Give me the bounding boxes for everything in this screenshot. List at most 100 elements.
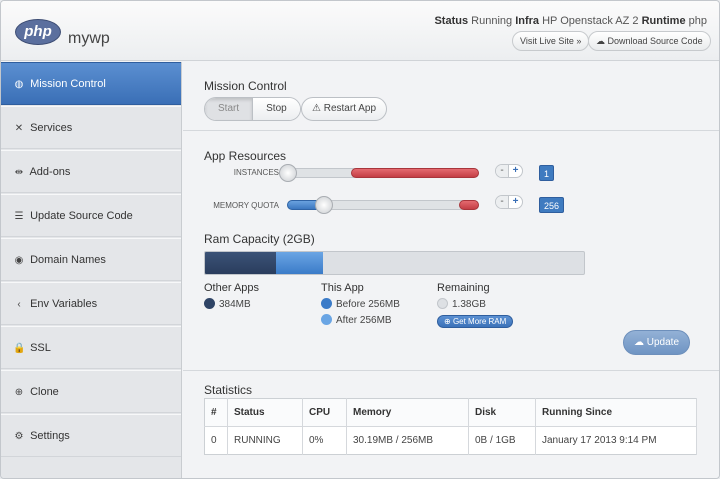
sidebar-item-env-variables[interactable]: ‹ Env Variables	[1, 282, 181, 325]
sidebar-item-label: Env Variables	[30, 298, 98, 310]
list-icon: ☰	[14, 211, 24, 222]
table-header-row: # Status CPU Memory Disk Running Since	[204, 398, 697, 427]
app-name: mywp	[68, 30, 110, 47]
memory-quota-stepper: - +	[495, 195, 523, 209]
sidebar-item-add-ons[interactable]: ⇹ Add-ons	[1, 150, 181, 193]
sidebar-item-services[interactable]: ✕ Services	[1, 106, 181, 149]
start-stop-toggle: Start Stop	[204, 97, 301, 121]
plus-circle-icon: ⊕	[444, 317, 451, 326]
download-source-button[interactable]: ☁ Download Source Code	[588, 31, 711, 51]
column-header-cpu: CPU	[302, 398, 347, 427]
remaining-value: 1.38GB	[452, 299, 486, 310]
download-source-label: Download Source Code	[607, 36, 703, 46]
infra-label: Infra	[515, 15, 540, 27]
other-apps-title: Other Apps	[204, 282, 260, 294]
remaining-title: Remaining	[437, 282, 490, 294]
memory-quota-slider-handle[interactable]	[315, 196, 333, 214]
this-app-after-dot	[321, 314, 332, 325]
column-header-index: #	[204, 398, 228, 427]
ram-capacity-bar	[204, 251, 585, 275]
this-app-before-legend: Before 256MB	[321, 298, 400, 310]
this-app-after-value: After 256MB	[336, 315, 392, 326]
statistics-title: Statistics	[204, 383, 253, 397]
other-apps-value: 384MB	[219, 299, 251, 310]
lock-icon: 🔒	[13, 343, 26, 354]
status-line: Status Running Infra HP Openstack AZ 2 R…	[434, 15, 707, 27]
cell-running-since: January 17 2013 9:14 PM	[535, 426, 697, 455]
memory-quota-value: 256	[539, 197, 565, 213]
update-button[interactable]: ☁ Update	[623, 330, 690, 355]
sidebar-item-ssl[interactable]: 🔒 SSL	[1, 326, 181, 369]
sidebar-item-label: Add-ons	[29, 166, 71, 178]
stop-button[interactable]: Stop	[253, 98, 300, 120]
cloud-upload-icon: ☁	[633, 337, 644, 348]
column-header-memory: Memory	[346, 398, 469, 427]
cell-cpu: 0%	[302, 426, 347, 455]
ram-other-apps-segment	[205, 252, 276, 274]
instances-unavailable-range	[351, 168, 479, 178]
restart-app-button[interactable]: ⚠ Restart App	[301, 97, 388, 121]
instances-value: 1	[539, 165, 555, 181]
sidebar-item-update-source-code[interactable]: ☰ Update Source Code	[1, 194, 181, 237]
statistics-table: # Status CPU Memory Disk Running Since 0…	[204, 398, 697, 455]
plus-circle-icon: ⊕	[14, 387, 24, 398]
other-apps-dot	[204, 298, 215, 309]
remaining-dot	[437, 298, 448, 309]
status-label: Status	[434, 15, 469, 27]
remaining-legend: 1.38GB	[437, 298, 486, 310]
sidebar-item-mission-control[interactable]: ◍ Mission Control	[1, 62, 181, 105]
sidebar-item-label: Services	[30, 122, 73, 134]
share-icon: ‹	[17, 299, 21, 310]
php-logo: php	[15, 19, 61, 45]
main-content: Mission Control Start Stop ⚠ Restart App…	[183, 62, 719, 478]
restart-app-label: Restart App	[323, 103, 377, 114]
wrench-icon: ✕	[14, 123, 24, 134]
memory-quota-label: MEMORY QUOTA	[213, 201, 279, 210]
cell-index: 0	[204, 426, 228, 455]
instances-increment-button[interactable]: +	[509, 165, 522, 177]
status-value: Running	[471, 15, 513, 27]
cell-memory: 30.19MB / 256MB	[346, 426, 469, 455]
visit-live-site-button[interactable]: Visit Live Site »	[512, 31, 590, 51]
instances-stepper: - +	[495, 164, 523, 178]
get-more-ram-label: Get More RAM	[452, 317, 507, 326]
sidebar: ◍ Mission Control ✕ Services ⇹ Add-ons ☰…	[1, 62, 182, 478]
sidebar-item-label: Update Source Code	[30, 210, 133, 222]
app-window: php mywp Status Running Infra HP Opensta…	[0, 0, 720, 479]
instances-label: INSTANCES	[233, 168, 279, 177]
cell-disk: 0B / 1GB	[468, 426, 536, 455]
globe-icon: ◉	[14, 255, 24, 266]
warning-icon: ⚠	[312, 103, 321, 114]
plug-icon: ⇹	[14, 167, 24, 178]
update-label: Update	[646, 337, 680, 348]
sidebar-item-domain-names[interactable]: ◉ Domain Names	[1, 238, 181, 281]
sidebar-item-label: Clone	[30, 386, 59, 398]
cell-status: RUNNING	[227, 426, 303, 455]
sidebar-item-label: Domain Names	[30, 254, 106, 266]
column-header-disk: Disk	[468, 398, 536, 427]
memory-increment-button[interactable]: +	[509, 196, 522, 208]
column-header-status: Status	[227, 398, 303, 427]
memory-decrement-button[interactable]: -	[496, 196, 509, 208]
memory-quota-unavailable-range	[459, 200, 479, 210]
gear-icon: ⚙	[14, 431, 24, 442]
instances-slider-handle[interactable]	[279, 164, 297, 182]
table-row: 0 RUNNING 0% 30.19MB / 256MB 0B / 1GB Ja…	[204, 426, 697, 455]
infra-value: HP Openstack AZ 2	[542, 15, 639, 27]
sidebar-item-clone[interactable]: ⊕ Clone	[1, 370, 181, 413]
divider	[183, 130, 719, 131]
this-app-after-legend: After 256MB	[321, 314, 392, 326]
header: php mywp Status Running Infra HP Opensta…	[1, 1, 719, 61]
sidebar-item-label: Settings	[30, 430, 70, 442]
sidebar-item-label: SSL	[30, 342, 51, 354]
mission-control-title: Mission Control	[204, 79, 287, 93]
ram-this-app-segment	[276, 252, 323, 274]
runtime-label: Runtime	[641, 15, 686, 27]
start-button[interactable]: Start	[205, 98, 254, 120]
get-more-ram-button[interactable]: ⊕ Get More RAM	[437, 315, 514, 328]
this-app-before-dot	[321, 298, 332, 309]
runtime-value: php	[688, 15, 707, 27]
instances-decrement-button[interactable]: -	[496, 165, 509, 177]
sidebar-item-settings[interactable]: ⚙ Settings	[1, 414, 181, 457]
app-resources-title: App Resources	[204, 149, 287, 163]
